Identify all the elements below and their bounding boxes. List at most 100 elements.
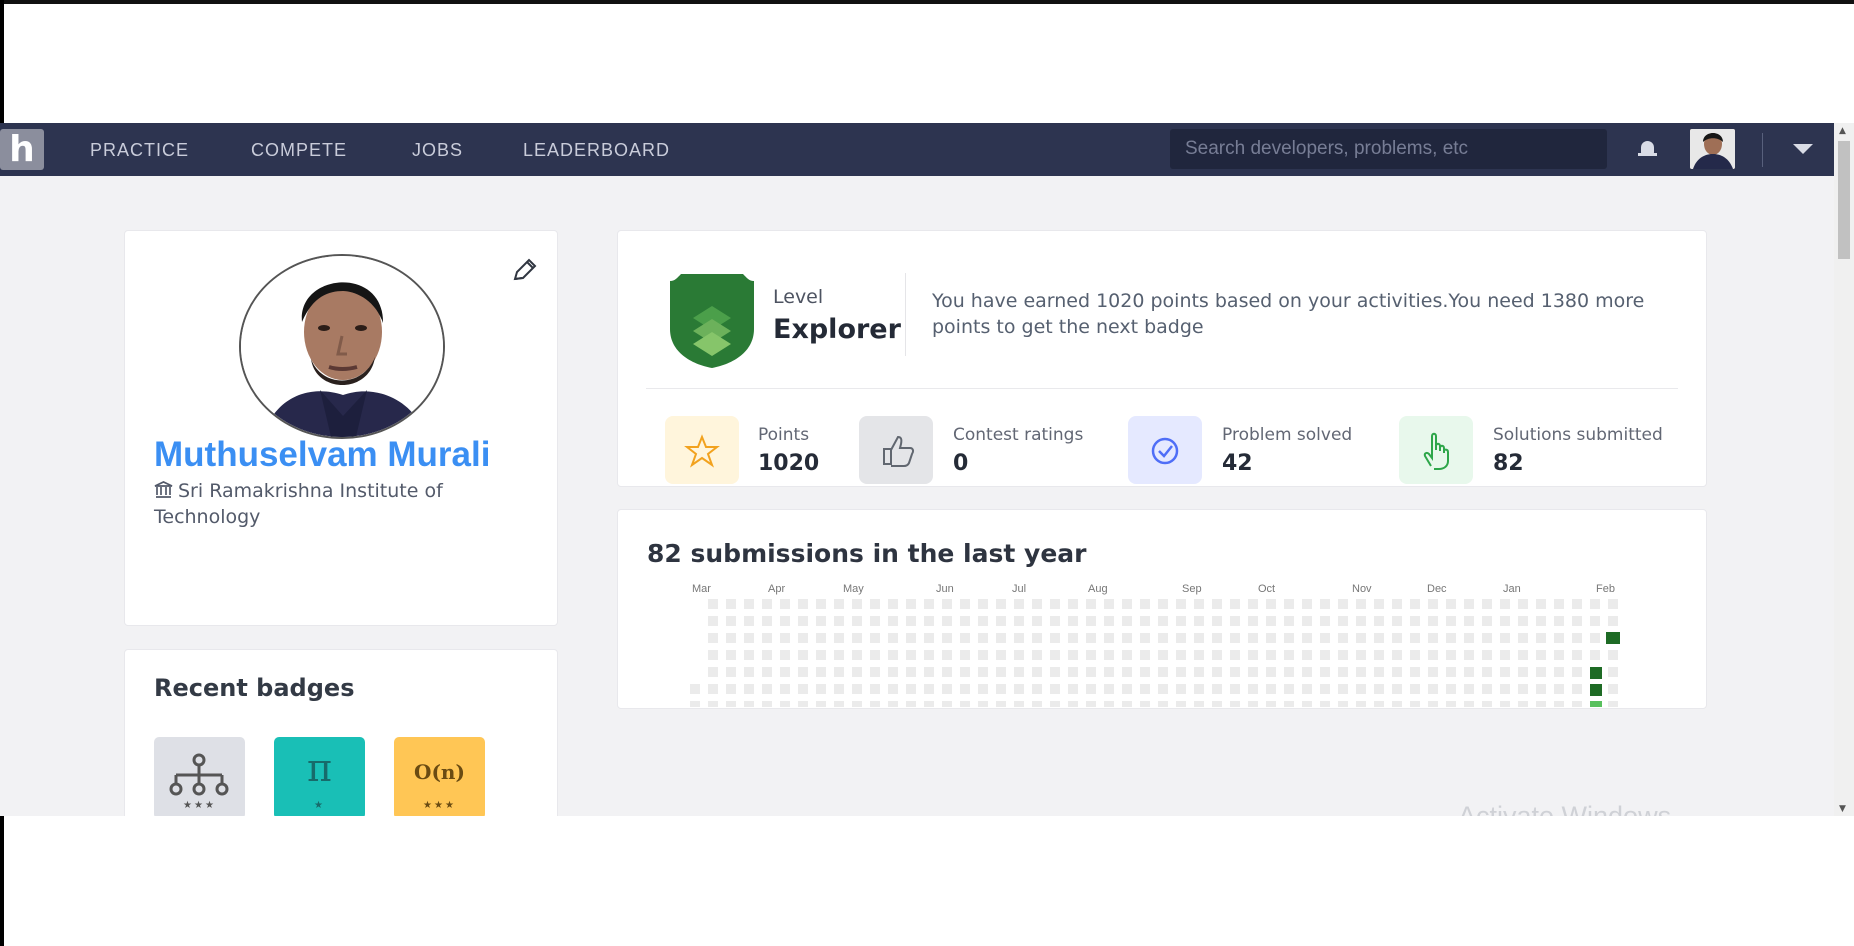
active-submission-cell[interactable] [1606, 632, 1620, 644]
heatmap-day-cell[interactable] [1158, 650, 1168, 660]
heatmap-day-cell[interactable] [1212, 684, 1222, 694]
heatmap-day-cell[interactable] [906, 684, 916, 694]
heatmap-day-cell[interactable] [1320, 599, 1330, 609]
heatmap-day-cell[interactable] [1536, 633, 1546, 643]
heatmap-day-cell[interactable] [708, 667, 718, 677]
heatmap-day-cell[interactable] [1050, 650, 1060, 660]
heatmap-day-cell[interactable] [1320, 616, 1330, 626]
heatmap-day-cell[interactable] [1410, 599, 1420, 609]
heatmap-day-cell[interactable] [834, 701, 844, 707]
heatmap-day-cell[interactable] [1518, 616, 1528, 626]
heatmap-day-cell[interactable] [906, 701, 916, 707]
heatmap-day-cell[interactable] [978, 701, 988, 707]
heatmap-day-cell[interactable] [870, 650, 880, 660]
heatmap-day-cell[interactable] [1482, 650, 1492, 660]
heatmap-day-cell[interactable] [1032, 667, 1042, 677]
heatmap-day-cell[interactable] [1554, 616, 1564, 626]
heatmap-day-cell[interactable] [942, 701, 952, 707]
heatmap-day-cell[interactable] [1266, 650, 1276, 660]
heatmap-day-cell[interactable] [924, 667, 934, 677]
heatmap-day-cell[interactable] [1338, 616, 1348, 626]
heatmap-day-cell[interactable] [942, 667, 952, 677]
heatmap-day-cell[interactable] [1518, 650, 1528, 660]
heatmap-day-cell[interactable] [888, 667, 898, 677]
heatmap-day-cell[interactable] [1356, 633, 1366, 643]
heatmap-day-cell[interactable] [924, 633, 934, 643]
heatmap-day-cell[interactable] [978, 616, 988, 626]
heatmap-day-cell[interactable] [1356, 701, 1366, 707]
heatmap-day-cell[interactable] [1050, 667, 1060, 677]
heatmap-day-cell[interactable] [1248, 701, 1258, 707]
heatmap-day-cell[interactable] [1086, 599, 1096, 609]
heatmap-day-cell[interactable] [1392, 667, 1402, 677]
heatmap-day-cell[interactable] [1374, 599, 1384, 609]
heatmap-day-cell[interactable] [1590, 633, 1600, 643]
heatmap-day-cell[interactable] [816, 633, 826, 643]
heatmap-day-cell[interactable] [780, 633, 790, 643]
heatmap-day-cell[interactable] [1230, 684, 1240, 694]
heatmap-day-cell[interactable] [1302, 599, 1312, 609]
heatmap-day-cell[interactable] [1446, 633, 1456, 643]
heatmap-day-cell[interactable] [942, 616, 952, 626]
heatmap-day-cell[interactable] [798, 599, 808, 609]
heatmap-day-cell[interactable] [1140, 599, 1150, 609]
heatmap-day-cell[interactable] [1212, 667, 1222, 677]
heatmap-day-cell[interactable] [798, 616, 808, 626]
heatmap-day-cell[interactable] [1212, 633, 1222, 643]
scrollbar-thumb[interactable] [1838, 141, 1850, 259]
heatmap-day-cell[interactable] [1014, 633, 1024, 643]
heatmap-day-cell[interactable] [1140, 650, 1150, 660]
heatmap-day-cell[interactable] [798, 684, 808, 694]
heatmap-day-cell[interactable] [1374, 650, 1384, 660]
heatmap-day-cell[interactable] [1140, 684, 1150, 694]
heatmap-day-cell[interactable] [888, 650, 898, 660]
heatmap-day-cell[interactable] [1482, 616, 1492, 626]
heatmap-day-cell[interactable] [1482, 633, 1492, 643]
heatmap-day-cell[interactable] [1392, 633, 1402, 643]
heatmap-day-cell[interactable] [1554, 599, 1564, 609]
heatmap-day-cell[interactable] [1284, 650, 1294, 660]
heatmap-day-cell[interactable] [726, 633, 736, 643]
heatmap-day-cell[interactable] [708, 616, 718, 626]
heatmap-day-cell[interactable] [1266, 633, 1276, 643]
heatmap-day-cell[interactable] [1554, 650, 1564, 660]
heatmap-day-cell[interactable] [762, 616, 772, 626]
heatmap-day-cell[interactable] [1158, 599, 1168, 609]
heatmap-day-cell[interactable] [978, 684, 988, 694]
heatmap-day-cell[interactable] [726, 650, 736, 660]
heatmap-day-cell[interactable] [1410, 633, 1420, 643]
heatmap-day-cell[interactable] [924, 599, 934, 609]
heatmap-day-cell[interactable] [1086, 650, 1096, 660]
heatmap-day-cell[interactable] [1464, 633, 1474, 643]
heatmap-day-cell[interactable] [996, 633, 1006, 643]
heatmap-day-cell[interactable] [1140, 701, 1150, 707]
heatmap-day-cell[interactable] [1392, 684, 1402, 694]
heatmap-day-cell[interactable] [1014, 684, 1024, 694]
heatmap-day-cell[interactable] [852, 701, 862, 707]
heatmap-day-cell[interactable] [1068, 684, 1078, 694]
heatmap-day-cell[interactable] [1032, 650, 1042, 660]
scroll-up-icon[interactable]: ▲ [1839, 126, 1846, 136]
heatmap-day-cell[interactable] [960, 701, 970, 707]
heatmap-day-cell[interactable] [780, 667, 790, 677]
heatmap-day-cell[interactable] [852, 599, 862, 609]
heatmap-day-cell[interactable] [816, 599, 826, 609]
heatmap-day-cell[interactable] [1176, 616, 1186, 626]
heatmap-day-cell[interactable] [978, 667, 988, 677]
heatmap-day-cell[interactable] [1086, 667, 1096, 677]
heatmap-day-cell[interactable] [1194, 667, 1204, 677]
heatmap-day-cell[interactable] [1572, 667, 1582, 677]
heatmap-day-cell[interactable] [1446, 599, 1456, 609]
heatmap-day-cell[interactable] [1410, 616, 1420, 626]
heatmap-day-cell[interactable] [834, 616, 844, 626]
heatmap-day-cell[interactable] [1608, 616, 1618, 626]
heatmap-day-cell[interactable] [1482, 667, 1492, 677]
heatmap-day-cell[interactable] [708, 701, 718, 707]
heatmap-day-cell[interactable] [924, 650, 934, 660]
heatmap-day-cell[interactable] [1500, 599, 1510, 609]
heatmap-day-cell[interactable] [1320, 667, 1330, 677]
page-scrollbar[interactable]: ▲ ▼ [1834, 123, 1854, 816]
heatmap-day-cell[interactable] [1248, 684, 1258, 694]
heatmap-day-cell[interactable] [708, 650, 718, 660]
heatmap-day-cell[interactable] [1140, 633, 1150, 643]
